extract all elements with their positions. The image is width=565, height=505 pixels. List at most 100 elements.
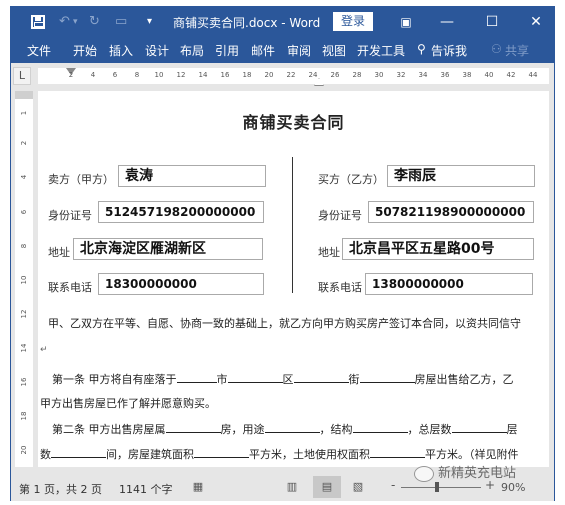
article-2-text-4: ，总层数 [407,423,452,436]
tell-me-button[interactable]: 告诉我 [431,42,467,59]
tab-design[interactable]: 设计 [145,42,169,59]
ruler-tick: 24 [308,71,318,79]
intro-paragraph: 甲、乙双方在平等、自愿、协商一致的基础上，就乙方向甲方购买房产签订本合同，以资共… [48,317,521,330]
ruler-tick: 1 [20,110,28,116]
zoom-slider-track[interactable] [401,487,481,488]
blank-building-area[interactable] [194,448,249,458]
share-button[interactable]: 共享 [505,42,529,59]
tab-insert[interactable]: 插入 [109,42,133,59]
ruler-tick: 4 [20,174,28,180]
tell-me-icon[interactable]: ⚲ [417,42,426,56]
proofing-icon[interactable]: ▦ [191,480,205,494]
read-mode-icon[interactable]: ▥ [285,480,299,494]
ruler-tick: 2 [20,140,28,146]
ruler-tick: 20 [264,71,274,79]
undo-icon[interactable]: ↶ [59,14,70,30]
article-1-text-3: 区 [282,373,294,386]
buyer-address-field[interactable]: 北京昌平区五星路00号 [342,238,534,260]
document-title: 商铺买卖合同.docx - Word [173,16,321,30]
ruler-tick: 12 [20,309,28,319]
blank-house[interactable] [359,373,415,383]
ruler-tick: 6 [20,209,28,215]
touch-mode-icon[interactable]: ▭ [115,14,127,30]
buyer-phone-field[interactable]: 13800000000 [365,273,533,295]
zoom-slider-thumb[interactable] [435,482,439,492]
ribbon-display-options-icon[interactable]: ▣ [391,11,421,33]
seller-id-label: 身份证号 [48,209,92,222]
blank-street[interactable] [293,373,349,383]
buyer-id-field[interactable]: 507821198900000000 [368,201,534,223]
share-icon[interactable]: ⚇ [491,42,502,56]
seller-id-field[interactable]: 512457198200000000 [98,201,264,223]
blank-district[interactable] [227,373,283,383]
seller-address-label: 地址 [48,246,70,259]
ruler-tick: 30 [374,71,384,79]
tab-view[interactable]: 视图 [322,42,346,59]
maximize-button[interactable]: ☐ [477,11,507,33]
ruler-tick: 10 [154,71,164,79]
zoom-out-button[interactable]: - [391,478,395,492]
ruler-tick: 18 [242,71,252,79]
blank-floors[interactable] [451,423,507,433]
article-1-text-4: 街 [348,373,360,386]
tab-home[interactable]: 开始 [73,42,97,59]
word-count[interactable]: 1141 个字 [119,481,173,497]
ruler-tick: 28 [352,71,362,79]
article-2-text-6: 数 [40,448,51,461]
right-indent-marker[interactable] [314,78,324,86]
tab-selector[interactable]: L [13,67,31,85]
ruler-tick: 8 [134,71,140,79]
blank-rooms[interactable] [51,448,106,458]
article-1-text-5: 房屋出售给乙方，乙 [414,373,514,386]
title-bar: ↶ ▾ ↻ ▭ ▾ 商铺买卖合同.docx - Word 登录 ▣ — ☐ ✕ [11,7,554,37]
ruler-tick: 36 [440,71,450,79]
minimize-button[interactable]: — [432,11,462,33]
ruler-tick: 14 [198,71,208,79]
ruler-tick: 42 [506,71,516,79]
watermark: 新精英充电站 [414,462,516,482]
blank-land-area[interactable] [370,448,425,458]
seller-phone-field[interactable]: 18300000000 [98,273,264,295]
article-2-text-3: ，结构 [319,423,353,436]
print-layout-icon[interactable]: ▤ [313,476,341,498]
close-button[interactable]: ✕ [521,11,551,33]
horizontal-ruler[interactable]: 2 4 6 8 10 12 14 16 18 20 22 24 26 28 30… [38,68,549,86]
tab-file[interactable]: 文件 [27,42,51,59]
seller-name-field[interactable]: 袁涛 [118,165,266,187]
article-1-text-1: 第一条 甲方将自有座落于 [52,373,177,386]
buyer-name-field[interactable]: 李雨辰 [387,165,535,187]
blank-house-type[interactable] [165,423,221,433]
wechat-icon [414,465,434,482]
page-info[interactable]: 第 1 页，共 2 页 [19,481,102,497]
tab-references[interactable]: 引用 [215,42,239,59]
login-button[interactable]: 登录 [333,12,373,31]
ribbon-tabs: 文件 开始 插入 设计 布局 引用 邮件 审阅 视图 开发工具 ⚲ 告诉我 ⚇ … [11,37,554,63]
ruler-tick: 2 [68,71,74,79]
undo-dropdown-icon[interactable]: ▾ [73,14,78,30]
buyer-phone-label: 联系电话 [318,281,362,294]
seller-name-label: 卖方（甲方） [48,173,114,186]
blank-structure[interactable] [352,423,408,433]
tab-review[interactable]: 审阅 [287,42,311,59]
blank-usage[interactable] [264,423,320,433]
document-heading: 商铺买卖合同 [242,113,345,132]
zoom-level[interactable]: 90% [501,481,525,494]
web-layout-icon[interactable]: ▧ [351,480,365,494]
ruler-tick: 10 [20,275,28,285]
tab-layout[interactable]: 布局 [180,42,204,59]
top-margin-area [15,91,33,99]
ruler-tick: 32 [396,71,406,79]
ruler-tick: 22 [286,71,296,79]
tab-mailings[interactable]: 邮件 [251,42,275,59]
vertical-ruler[interactable]: 1 2 4 6 8 10 12 14 16 18 20 [15,91,33,467]
customize-toolbar-icon[interactable]: ▾ [147,14,152,30]
redo-icon[interactable]: ↻ [89,14,100,30]
word-window: ↶ ▾ ↻ ▭ ▾ 商铺买卖合同.docx - Word 登录 ▣ — ☐ ✕ … [10,6,555,501]
document-page[interactable]: 商铺买卖合同 卖方（甲方） 袁涛 身份证号 512457198200000000… [38,91,549,467]
tab-developer[interactable]: 开发工具 [357,42,405,59]
save-icon[interactable] [31,15,45,29]
blank-city[interactable] [176,373,217,383]
article-2-text-8: 平方米，土地使用权面积 [249,448,370,461]
buyer-name-label: 买方（乙方） [318,173,384,186]
seller-address-field[interactable]: 北京海淀区雁湖新区 [73,238,263,260]
